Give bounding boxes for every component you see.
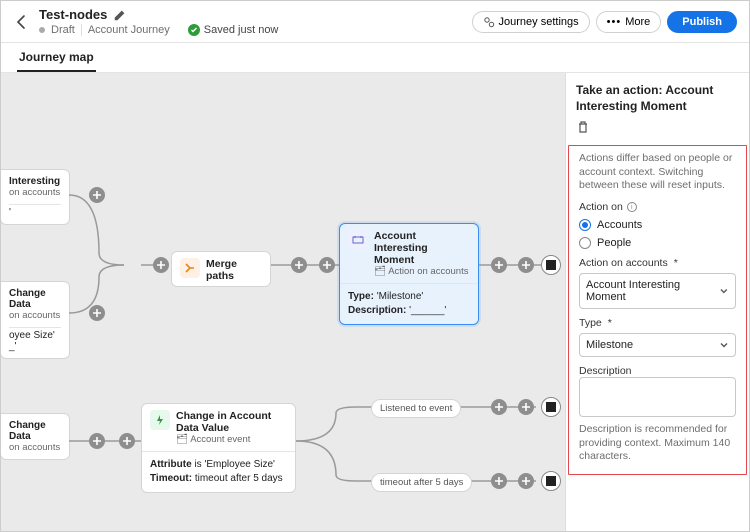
- side-panel: Take an action: Account Interesting Mome…: [565, 73, 749, 531]
- saved-check-icon: [188, 24, 200, 36]
- branch-label-timeout: timeout after 5 days: [371, 473, 472, 492]
- type-label: Type: [579, 317, 736, 329]
- node-account-interesting-moment[interactable]: Account Interesting Moment 🗂 Action on a…: [339, 223, 479, 325]
- event-icon: [150, 410, 170, 430]
- node-fragment-interesting[interactable]: Interesting on accounts ': [1, 169, 70, 225]
- add-node-button[interactable]: [291, 257, 307, 273]
- type-select[interactable]: Milestone: [579, 333, 736, 357]
- canvas[interactable]: Interesting on accounts ' Change Data on…: [1, 73, 565, 531]
- end-node[interactable]: [541, 471, 561, 491]
- chevron-down-icon: [719, 286, 729, 296]
- action-accounts-label: Action on accounts: [579, 257, 736, 269]
- status-dot: [39, 27, 45, 33]
- node-merge-paths[interactable]: Merge paths: [171, 251, 271, 287]
- dots-icon: •••: [607, 16, 622, 28]
- tab-journey-map[interactable]: Journey map: [17, 44, 96, 72]
- delete-button[interactable]: [576, 120, 590, 137]
- add-node-button[interactable]: [89, 433, 105, 449]
- add-node-button[interactable]: [319, 257, 335, 273]
- add-node-button[interactable]: [89, 187, 105, 203]
- info-icon[interactable]: i: [627, 202, 637, 212]
- add-node-button[interactable]: [491, 473, 507, 489]
- chevron-down-icon: [719, 340, 729, 350]
- more-button[interactable]: ••• More: [596, 11, 662, 33]
- saved-text: Saved just now: [204, 24, 279, 36]
- title-block: Test-nodes Draft Account Journey Saved j…: [39, 7, 464, 36]
- gear-icon: [483, 16, 495, 28]
- end-node[interactable]: [541, 255, 561, 275]
- add-node-button[interactable]: [119, 433, 135, 449]
- description-label: Description: [579, 365, 736, 377]
- add-node-button[interactable]: [491, 399, 507, 415]
- description-helper: Description is recommended for providing…: [579, 423, 736, 464]
- back-button[interactable]: [13, 13, 31, 31]
- add-node-button[interactable]: [518, 257, 534, 273]
- node-change-account-data[interactable]: Change in Account Data Value 🗂 Account e…: [141, 403, 296, 493]
- journey-title: Test-nodes: [39, 7, 107, 22]
- node-fragment-change-data-2[interactable]: Change Data on accounts: [1, 413, 70, 460]
- radio-accounts[interactable]: Accounts: [579, 219, 736, 231]
- add-node-button[interactable]: [153, 257, 169, 273]
- separator: [81, 24, 82, 36]
- branch-label-listened: Listened to event: [371, 399, 461, 418]
- description-input[interactable]: [579, 377, 736, 417]
- end-node[interactable]: [541, 397, 561, 417]
- merge-icon: [180, 258, 200, 278]
- helper-text: Actions differ based on people or accoun…: [579, 152, 736, 193]
- status-text: Draft: [51, 24, 75, 36]
- radio-people[interactable]: People: [579, 237, 736, 249]
- add-node-button[interactable]: [491, 257, 507, 273]
- node-fragment-change-data-1[interactable]: Change Data on accounts oyee Size' _': [1, 281, 70, 359]
- action-accounts-select[interactable]: Account Interesting Moment: [579, 273, 736, 309]
- action-icon: [348, 230, 368, 250]
- journey-type: Account Journey: [88, 24, 170, 36]
- add-node-button[interactable]: [518, 399, 534, 415]
- action-on-label: Action on i: [579, 201, 736, 213]
- add-node-button[interactable]: [89, 305, 105, 321]
- publish-button[interactable]: Publish: [667, 11, 737, 33]
- add-node-button[interactable]: [518, 473, 534, 489]
- edit-icon[interactable]: [113, 8, 127, 22]
- journey-settings-button[interactable]: Journey settings: [472, 11, 590, 33]
- panel-title: Take an action: Account Interesting Mome…: [576, 83, 739, 114]
